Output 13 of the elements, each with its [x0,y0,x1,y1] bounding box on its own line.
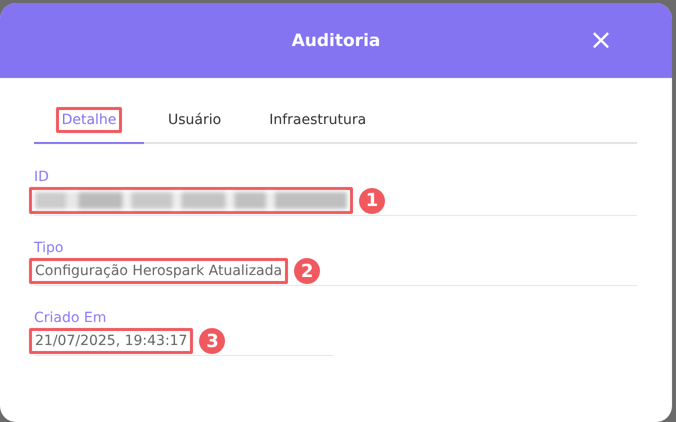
field-label: Criado Em [34,310,108,328]
close-button[interactable]: × [588,27,614,53]
number-badge: 2 [294,258,320,284]
field-label: Tipo [34,240,64,258]
field-label: ID [34,169,50,187]
number-badge: 3 [199,328,226,354]
tab[interactable]: Usuário [144,98,246,144]
field-value: Configuração Herospark Atualizada [29,258,288,284]
tab[interactable]: Infraestrutura [245,98,390,144]
dialog-title: Auditoria [292,30,380,50]
tab[interactable]: Detalhe [34,98,144,144]
number-badge: 1 [359,188,385,214]
field-value: 21/07/2025, 19:43:17 [29,328,194,354]
